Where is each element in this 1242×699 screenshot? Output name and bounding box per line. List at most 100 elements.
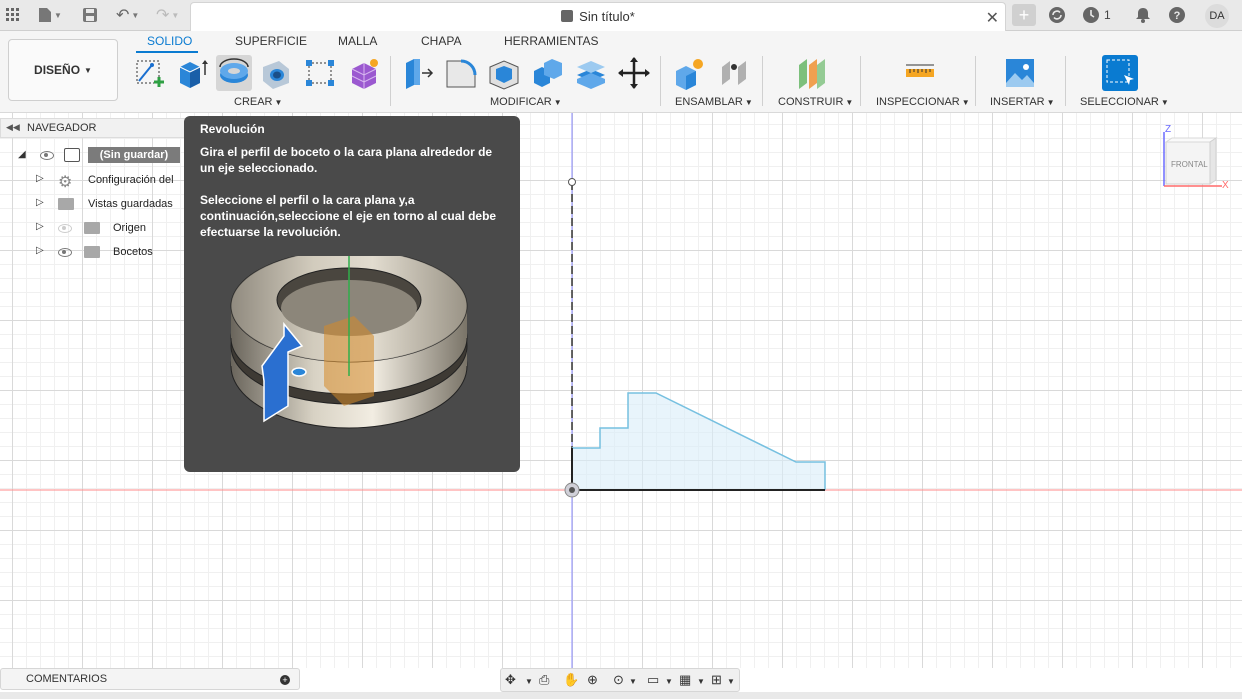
fit-icon[interactable]: ⊙	[613, 673, 629, 687]
combine-tool-icon[interactable]	[530, 55, 566, 91]
user-avatar[interactable]: DA	[1205, 4, 1229, 28]
ribbon-toolbar: DISEÑO ▼ SOLIDO SUPERFICIE MALLA CHAPA HE…	[0, 31, 1242, 113]
group-ensamblar-label[interactable]: ENSAMBLAR ▼	[675, 96, 753, 108]
app-grid-icon[interactable]	[6, 6, 20, 24]
group-modificar-label[interactable]: MODIFICAR ▼	[490, 96, 562, 108]
document-title: Sin título*	[579, 9, 635, 24]
new-tab-button[interactable]: +	[1012, 4, 1036, 26]
viewports-icon[interactable]: ⊞	[711, 673, 727, 687]
joint-tool-icon[interactable]	[716, 55, 752, 91]
shell-tool-icon[interactable]	[486, 55, 522, 91]
zoom-icon[interactable]: ⊕	[587, 673, 603, 687]
root-expand-icon[interactable]: ◢	[18, 149, 26, 160]
redo-icon[interactable]: ↷ ▼	[156, 6, 179, 24]
file-menu-icon[interactable]: ▼	[38, 6, 62, 24]
help-icon[interactable]: ?	[1168, 6, 1186, 24]
new-component-tool-icon[interactable]	[672, 55, 708, 91]
add-comment-icon[interactable]: +	[280, 675, 290, 685]
expand-arrow-icon[interactable]: ▷	[36, 221, 44, 232]
tab-superficie[interactable]: SUPERFICIE	[235, 34, 307, 48]
group-seleccionar-label[interactable]: SELECCIONAR ▼	[1080, 96, 1169, 108]
orbit-icon[interactable]: ✥	[505, 673, 521, 687]
ribbon-separator	[975, 56, 976, 106]
viewports-dropdown-icon[interactable]: ▼	[727, 675, 743, 689]
pattern-tool-icon[interactable]	[302, 55, 338, 91]
tab-herramientas[interactable]: HERRAMIENTAS	[504, 34, 598, 48]
notifications-bell-icon[interactable]	[1135, 6, 1151, 24]
document-tab[interactable]: Sin título* ✕	[190, 2, 1006, 31]
group-construir-label[interactable]: CONSTRUIR ▼	[778, 96, 853, 108]
expand-arrow-icon[interactable]: ▷	[36, 245, 44, 256]
revolve-illustration	[230, 256, 468, 429]
viewcube-z-label: Z	[1165, 124, 1172, 135]
revolve-tooltip: Revolución Gira el perfil de boceto o la…	[184, 116, 520, 472]
select-tool-icon[interactable]	[1102, 55, 1138, 91]
active-tab-indicator	[136, 51, 198, 53]
revolve-tool-icon[interactable]	[216, 55, 252, 91]
visibility-eye-off-icon[interactable]	[58, 224, 72, 233]
tooltip-instructions: Seleccione el perfil o la cara plana y,a…	[200, 193, 497, 239]
insert-canvas-tool-icon[interactable]	[1002, 55, 1038, 91]
visibility-eye-icon[interactable]	[40, 151, 54, 160]
tab-chapa[interactable]: CHAPA	[421, 34, 461, 48]
navigation-toolbar: ✥ ▼ ⎙ ✋ ⊕ ⊙ ▼ ▭ ▼ ▦ ▼ ⊞ ▼	[500, 668, 740, 692]
group-crear-label[interactable]: CREAR ▼	[234, 96, 282, 108]
fillet-tool-icon[interactable]	[443, 55, 479, 91]
expand-arrow-icon[interactable]: ▷	[36, 197, 44, 208]
nav-item-origen[interactable]: Origen	[113, 222, 146, 234]
viewcube-face-label[interactable]: FRONTAL	[1171, 160, 1208, 169]
create-sketch-tool-icon[interactable]	[132, 55, 168, 91]
ribbon-separator	[762, 56, 763, 106]
folder-icon	[84, 246, 100, 258]
component-icon	[64, 148, 80, 162]
measure-tool-icon[interactable]	[902, 55, 938, 91]
fit-dropdown-icon[interactable]: ▼	[629, 675, 645, 689]
sketch-profile-fill[interactable]	[572, 393, 825, 490]
pan-hand-icon[interactable]: ✋	[563, 673, 579, 687]
job-count: 1	[1104, 8, 1111, 22]
group-insertar-label[interactable]: INSERTAR ▼	[990, 96, 1055, 108]
job-status-icon[interactable]: 1	[1082, 6, 1111, 24]
status-strip	[0, 692, 1242, 699]
sketch-point[interactable]	[568, 178, 576, 186]
workspace-label: DISEÑO	[34, 63, 81, 77]
display-settings-icon[interactable]: ▭	[647, 673, 663, 687]
workspace-selector-button[interactable]: DISEÑO ▼	[8, 39, 118, 101]
nav-item-bocetos[interactable]: Bocetos	[113, 246, 153, 258]
origin-center	[569, 487, 575, 493]
tooltip-description: Gira el perfil de boceto o la cara plana…	[200, 145, 493, 175]
offset-plane-tool-icon[interactable]	[795, 55, 831, 91]
group-inspeccionar-label[interactable]: INSPECCIONAR ▼	[876, 96, 970, 108]
offset-face-tool-icon[interactable]	[573, 55, 609, 91]
undo-icon[interactable]: ↶ ▼	[116, 6, 139, 24]
settings-gear-icon: ⚙	[58, 174, 73, 191]
create-form-tool-icon[interactable]	[346, 55, 382, 91]
view-cube[interactable]: FRONTAL Z X	[1158, 122, 1238, 197]
visibility-eye-icon[interactable]	[58, 248, 72, 257]
tab-malla[interactable]: MALLA	[338, 34, 377, 48]
folder-icon	[84, 222, 100, 234]
title-bar: ▼ ↶ ▼ ↷ ▼ Sin título* ✕ + 1 ? DA	[0, 0, 1242, 31]
press-pull-tool-icon[interactable]	[400, 55, 436, 91]
grid-settings-icon[interactable]: ▦	[679, 673, 695, 687]
nav-item-configuracion[interactable]: Configuración del	[88, 174, 174, 186]
nav-item-vistas[interactable]: Vistas guardadas	[88, 198, 173, 210]
tab-solido[interactable]: SOLIDO	[147, 34, 192, 48]
extrude-tool-icon[interactable]	[174, 55, 210, 91]
collapse-panel-icon[interactable]: ◀◀	[6, 122, 20, 133]
ribbon-separator	[660, 56, 661, 106]
navigator-title: NAVEGADOR	[27, 122, 97, 134]
viewcube-x-label: X	[1222, 180, 1229, 191]
document-cube-icon	[561, 10, 574, 22]
navigator-header[interactable]: ◀◀ NAVEGADOR	[0, 118, 190, 138]
close-tab-icon[interactable]: ✕	[986, 8, 999, 28]
sync-icon[interactable]	[1048, 6, 1066, 24]
save-icon[interactable]	[82, 6, 98, 24]
navigator-root-item[interactable]: (Sin guardar)	[88, 147, 180, 163]
tooltip-title: Revolución	[200, 122, 265, 136]
comments-panel[interactable]: COMENTARIOS +	[0, 668, 300, 690]
move-copy-tool-icon[interactable]	[616, 55, 652, 91]
hole-tool-icon[interactable]	[258, 55, 294, 91]
look-at-icon[interactable]: ⎙	[539, 673, 555, 687]
expand-arrow-icon[interactable]: ▷	[36, 173, 44, 184]
